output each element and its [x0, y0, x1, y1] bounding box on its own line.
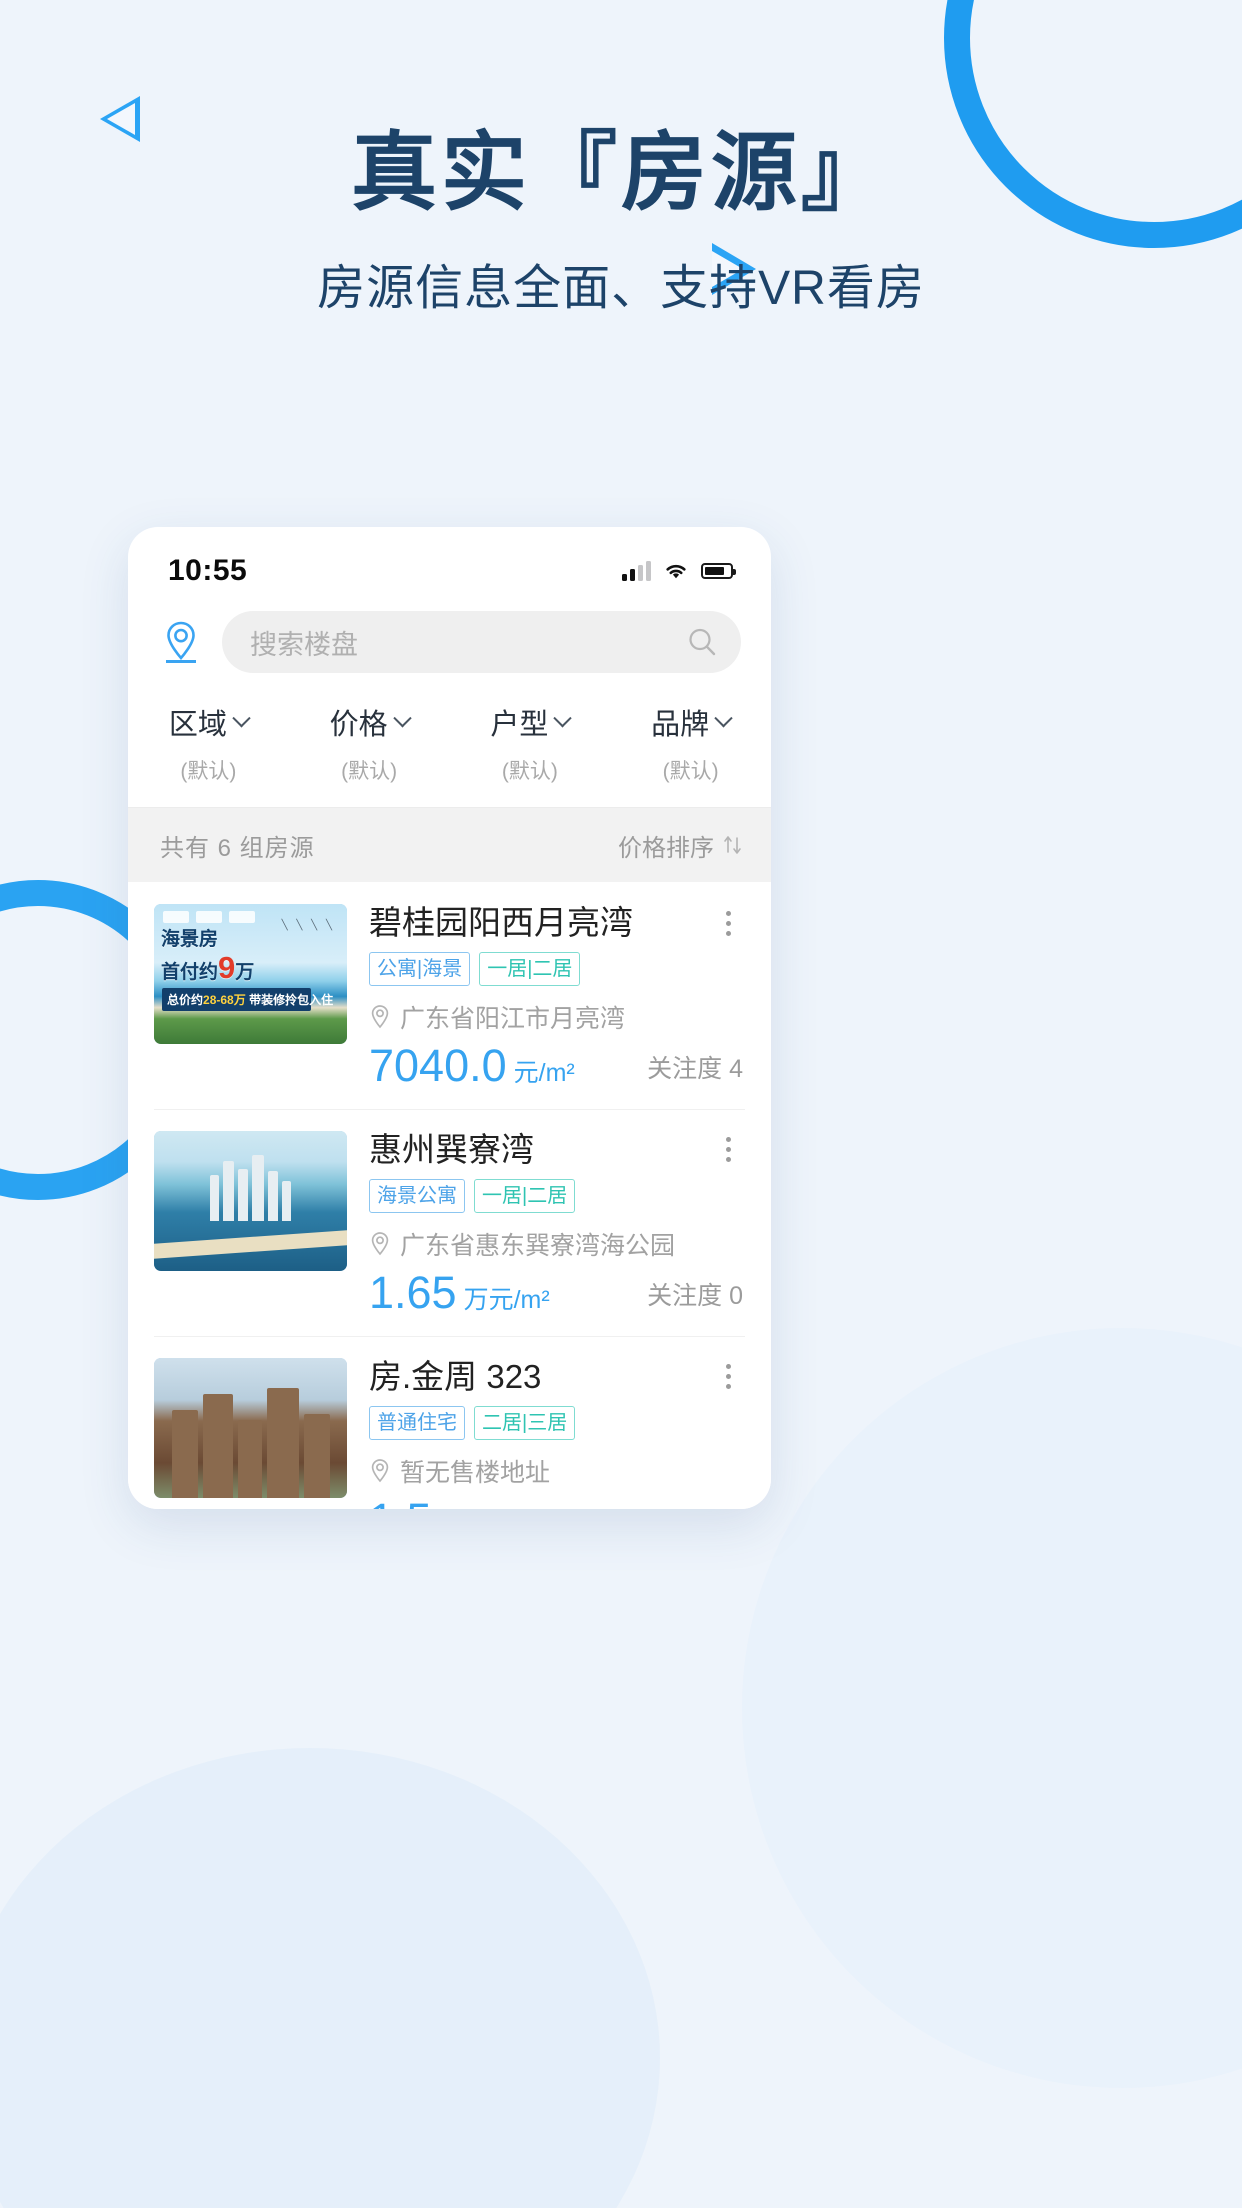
location-pin-icon[interactable]	[158, 617, 204, 667]
listing-list[interactable]: ╲ ╲ ╲ ╲ 海景房 首付约9万 总价约28-68万 带装修拎包入住 碧桂园阳…	[128, 882, 771, 1509]
listing-item[interactable]: 房.金周 323 普通住宅 二居|三居 暂无售楼地址 1.5	[128, 1335, 771, 1510]
search-icon[interactable]	[685, 625, 719, 659]
listing-thumbnail[interactable]	[154, 1130, 347, 1271]
listing-price-unit: 元/m²	[513, 1058, 575, 1087]
listing-address: 广东省惠东巽寮湾海公园	[369, 1226, 743, 1262]
filter-area[interactable]: 区域 (默认)	[128, 701, 289, 785]
listing-title: 房.金周 323	[369, 1357, 542, 1395]
more-vertical-icon[interactable]	[713, 904, 743, 938]
filter-price-label: 价格	[329, 709, 388, 741]
listing-tags: 普通住宅 二居|三居	[369, 1405, 743, 1440]
search-input[interactable]: 搜索楼盘	[222, 611, 741, 673]
listing-price-number: 1.5	[369, 1497, 432, 1509]
filter-price-sub: (默认)	[341, 760, 398, 783]
filter-area-sub: (默认)	[180, 760, 237, 783]
status-time: 10:55	[168, 554, 248, 587]
listing-address-text: 广东省惠东巽寮湾海公园	[400, 1231, 676, 1260]
listing-title: 碧桂园阳西月亮湾	[369, 904, 633, 941]
more-vertical-icon[interactable]	[713, 1358, 743, 1392]
filter-brand-sub: (默认)	[662, 760, 719, 783]
listing-tag: 公寓|海景	[369, 951, 471, 986]
listing-address-text: 暂无售楼地址	[400, 1458, 551, 1487]
listing-price: 1.5 万元/m²	[369, 1497, 525, 1509]
status-icons	[622, 561, 736, 581]
listing-tag: 二居|三居	[474, 1405, 576, 1440]
listing-price: 1.65 万元/m²	[369, 1270, 550, 1316]
filter-brand[interactable]: 品牌 (默认)	[610, 701, 771, 785]
bg-blob-right	[742, 1328, 1242, 2088]
battery-icon	[701, 563, 736, 579]
hero-subtitle: 房源信息全面、支持VR看房	[317, 262, 925, 316]
result-count: 共有 6 组房源	[160, 834, 315, 862]
filter-area-label: 区域	[168, 709, 227, 741]
listing-price-unit: 万元/m²	[463, 1285, 550, 1314]
filter-layout[interactable]: 户型 (默认)	[450, 701, 611, 785]
listing-attention: 关注度 0	[647, 1503, 743, 1510]
sort-label: 价格排序	[618, 834, 714, 862]
filter-price[interactable]: 价格 (默认)	[289, 701, 450, 785]
listing-price-unit: 万元/m²	[439, 1507, 525, 1509]
thumb-strip-highlight: 28-68万	[203, 993, 246, 1007]
listing-price-number: 1.65	[369, 1266, 457, 1318]
listing-item[interactable]: ╲ ╲ ╲ ╲ 海景房 首付约9万 总价约28-68万 带装修拎包入住 碧桂园阳…	[128, 882, 771, 1109]
listing-tags: 海景公寓 一居|二居	[369, 1178, 743, 1213]
listing-tag: 海景公寓	[369, 1178, 465, 1213]
chevron-down-icon	[553, 708, 573, 727]
listing-address-text: 广东省阳江市月亮湾	[400, 1004, 626, 1033]
signal-bars-icon	[622, 561, 651, 581]
filter-layout-sub: (默认)	[501, 760, 558, 783]
map-pin-icon	[371, 1458, 389, 1483]
filter-bar: 区域 (默认) 价格 (默认) 户型 (默认) 品牌 (默认)	[128, 695, 771, 808]
listing-tag: 一居|二居	[479, 951, 581, 986]
thumb-ad-line1: 海景房	[161, 929, 219, 950]
sort-updown-icon	[724, 836, 741, 854]
chevron-down-icon	[714, 708, 733, 727]
status-bar: 10:55	[128, 527, 771, 601]
hero-section: 真实『房源』 房源信息全面、支持VR看房	[0, 128, 1242, 318]
chevron-down-icon	[232, 708, 251, 727]
listing-thumbnail[interactable]: ╲ ╲ ╲ ╲ 海景房 首付约9万 总价约28-68万 带装修拎包入住	[154, 904, 347, 1044]
more-vertical-icon[interactable]	[713, 1131, 743, 1165]
map-pin-icon	[371, 1005, 389, 1029]
listing-title: 惠州巽寮湾	[369, 1130, 534, 1168]
thumb-strip-pre: 总价约	[167, 993, 204, 1007]
thumb-ad-line2: 首付约	[161, 961, 219, 983]
listing-tag: 一居|二居	[474, 1178, 576, 1213]
listing-thumbnail[interactable]	[154, 1357, 347, 1498]
listing-address: 广东省阳江市月亮湾	[369, 999, 743, 1035]
result-bar: 共有 6 组房源 价格排序	[128, 808, 771, 882]
listing-item[interactable]: 惠州巽寮湾 海景公寓 一居|二居 广东省惠东巽寮湾海公园 1.65 万元/m² …	[128, 1108, 771, 1336]
chevron-down-icon	[392, 708, 412, 727]
listing-tags: 公寓|海景 一居|二居	[369, 951, 743, 986]
search-placeholder: 搜索楼盘	[250, 629, 358, 660]
listing-price-number: 7040.0	[369, 1039, 507, 1091]
thumb-ad-line2-tail: 万	[235, 961, 255, 983]
listing-attention: 关注度 0	[647, 1281, 743, 1310]
map-pin-icon	[371, 1232, 389, 1256]
listing-price: 7040.0 元/m²	[369, 1043, 575, 1089]
filter-brand-label: 品牌	[651, 709, 710, 741]
listing-tag: 普通住宅	[369, 1405, 465, 1440]
bg-blob-left	[0, 1748, 660, 2208]
hero-title: 真实『房源』	[351, 123, 891, 223]
filter-layout-label: 户型	[490, 709, 549, 741]
phone-screen: 10:55 搜索楼盘 区域 (默认) 价格 (默认) 户型 (默认) 品牌 (默…	[128, 527, 771, 1509]
listing-attention: 关注度 4	[647, 1054, 743, 1083]
sort-price-button[interactable]: 价格排序	[618, 828, 743, 863]
thumb-strip-post: 带装修拎包入住	[249, 993, 334, 1007]
listing-address: 暂无售楼地址	[369, 1453, 743, 1489]
thumb-ad-big: 9	[218, 949, 236, 985]
wifi-icon	[666, 564, 686, 579]
search-row: 搜索楼盘	[128, 601, 771, 695]
